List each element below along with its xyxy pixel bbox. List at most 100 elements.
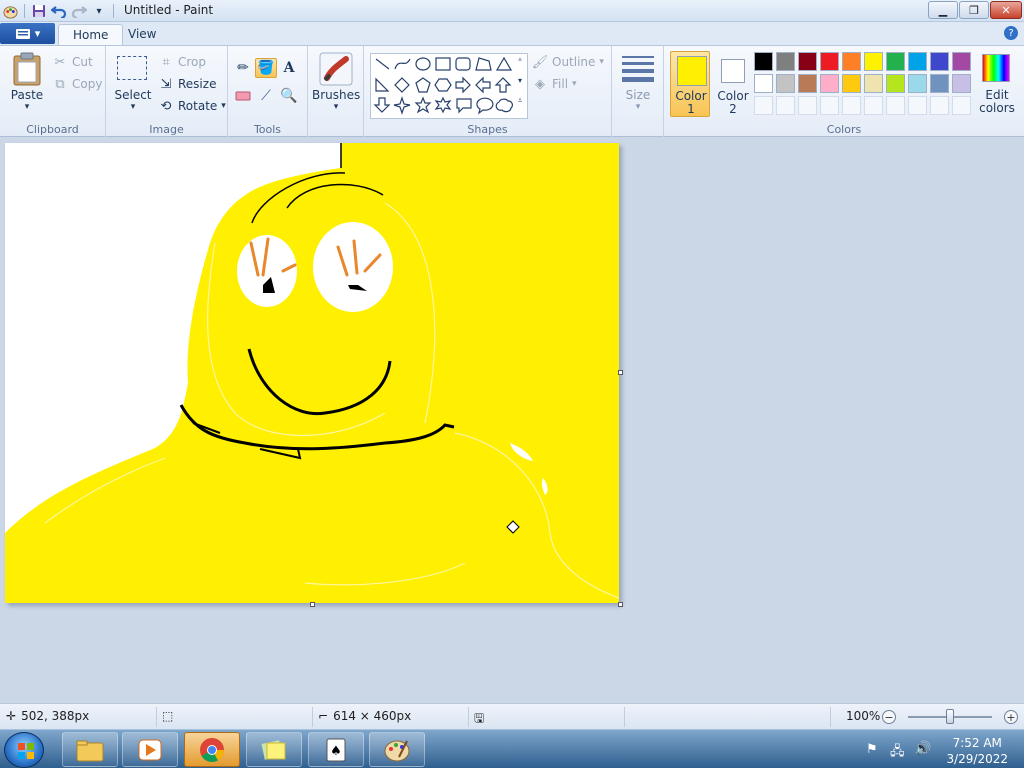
palette-swatch[interactable] — [842, 52, 861, 71]
palette-custom-slot[interactable] — [952, 96, 971, 115]
resize-button[interactable]: ⇲ Resize — [158, 76, 217, 92]
taskbar-solitaire[interactable]: ♠ — [308, 732, 364, 767]
zoom-in-button[interactable]: + — [1004, 710, 1018, 724]
shapes-expand-button[interactable]: ⩡ — [514, 96, 526, 116]
clock[interactable]: 7:52 AM 3/29/2022 — [946, 735, 1008, 767]
volume-icon[interactable]: 🔊 — [914, 741, 931, 757]
brushes-button[interactable]: Brushes ▾ — [312, 50, 360, 116]
taskbar-media-player[interactable] — [122, 732, 178, 767]
five-point-star-shape-icon — [414, 96, 432, 114]
text-tool[interactable]: A — [278, 58, 300, 78]
copy-button[interactable]: ⧉ Copy — [52, 76, 102, 92]
palette-swatch[interactable] — [798, 74, 817, 93]
palette-swatch[interactable] — [952, 74, 971, 93]
diamond-shape-icon — [394, 77, 410, 93]
taskbar-chrome[interactable] — [184, 732, 240, 767]
paint-app-icon[interactable] — [2, 3, 18, 19]
windows-logo-icon — [18, 743, 34, 759]
paint-menu-button[interactable]: ▾ — [0, 23, 55, 44]
outline-button[interactable]: 🖌 Outline ▾ — [532, 54, 604, 70]
palette-swatch[interactable] — [776, 74, 795, 93]
selection-size: ⬚ — [162, 709, 173, 723]
start-button[interactable] — [4, 732, 44, 768]
resize-handle-right[interactable] — [618, 370, 623, 375]
palette-custom-slot[interactable] — [886, 96, 905, 115]
palette-custom-slot[interactable] — [908, 96, 927, 115]
palette-custom-slot[interactable] — [776, 96, 795, 115]
cut-button[interactable]: ✂ Cut — [52, 54, 93, 70]
plus-icon: + — [1006, 710, 1016, 724]
palette-swatch[interactable] — [820, 52, 839, 71]
magnifier-icon: 🔍 — [280, 88, 298, 104]
palette-swatch[interactable] — [820, 74, 839, 93]
customize-qat-dropdown-icon[interactable]: ▾ — [91, 3, 107, 19]
line-shape-icon — [375, 58, 390, 70]
size-button[interactable]: Size ▾ — [616, 50, 660, 116]
palette-swatch[interactable] — [930, 74, 949, 93]
palette-swatch[interactable] — [886, 74, 905, 93]
magnifier-tool[interactable]: 🔍 — [278, 86, 300, 106]
status-separator — [156, 707, 157, 727]
polygon-shape-icon — [475, 57, 492, 71]
disk-icon: 🖫 — [474, 711, 485, 725]
color1-swatch — [677, 56, 707, 86]
palette-swatch[interactable] — [908, 52, 927, 71]
paste-button[interactable]: Paste ▾ — [6, 50, 48, 114]
pencil-tool[interactable]: ✏ — [232, 58, 254, 78]
shapes-scroll-up-button[interactable]: ▴ — [514, 54, 526, 74]
save-icon[interactable] — [31, 3, 47, 19]
taskbar-explorer[interactable] — [62, 732, 118, 767]
fill-button[interactable]: ◈ Fill ▾ — [532, 76, 577, 92]
resize-handle-corner[interactable] — [618, 602, 623, 607]
drawing-canvas[interactable] — [5, 143, 619, 603]
four-point-star-shape-icon — [393, 96, 411, 115]
palette-custom-slot[interactable] — [798, 96, 817, 115]
palette-swatch[interactable] — [864, 74, 883, 93]
minimize-button[interactable]: ▁ — [928, 1, 958, 19]
color1-button[interactable]: Color 1 — [670, 51, 710, 117]
restore-button[interactable]: ❐ — [959, 1, 989, 19]
close-button[interactable]: ✕ — [990, 1, 1022, 19]
taskbar-sticky-notes[interactable] — [246, 732, 302, 767]
crop-button[interactable]: ⌗ Crop — [158, 54, 206, 70]
palette-custom-slot[interactable] — [930, 96, 949, 115]
selection-icon: ⬚ — [162, 709, 174, 723]
edit-colors-button[interactable]: Edit colors — [976, 51, 1018, 117]
eraser-tool[interactable] — [232, 86, 254, 106]
palette-swatch[interactable] — [754, 74, 773, 93]
redo-icon[interactable] — [71, 3, 87, 19]
resize-handle-bottom[interactable] — [310, 602, 315, 607]
palette-swatch[interactable] — [842, 74, 861, 93]
palette-custom-slot[interactable] — [754, 96, 773, 115]
tab-view[interactable]: View — [114, 24, 170, 45]
palette-swatch[interactable] — [908, 74, 927, 93]
zoom-slider-thumb[interactable] — [946, 709, 954, 724]
brush-icon — [319, 52, 353, 86]
palette-swatch[interactable] — [886, 52, 905, 71]
help-icon[interactable]: ? — [1004, 26, 1018, 40]
color2-button[interactable]: Color 2 — [712, 51, 752, 117]
canvas-size-icon: ⌐ — [318, 709, 329, 723]
palette-swatch[interactable] — [864, 52, 883, 71]
action-center-icon[interactable]: ⚑ — [866, 742, 878, 757]
palette-swatch[interactable] — [798, 52, 817, 71]
palette-swatch[interactable] — [776, 52, 795, 71]
palette-swatch[interactable] — [952, 52, 971, 71]
outline-label: Outline — [552, 55, 596, 69]
palette-custom-slot[interactable] — [864, 96, 883, 115]
undo-icon[interactable] — [51, 3, 67, 19]
rotate-button[interactable]: ⟲ Rotate ▾ — [158, 98, 226, 114]
zoom-out-button[interactable]: − — [882, 710, 896, 724]
taskbar-paint[interactable] — [369, 732, 425, 767]
network-icon[interactable]: 🖧 — [890, 742, 905, 764]
select-button[interactable]: Select ▾ — [112, 50, 154, 114]
shapes-scroll-down-button[interactable]: ▾ — [514, 76, 526, 96]
palette-custom-slot[interactable] — [820, 96, 839, 115]
fill-tool[interactable]: 🪣 — [255, 58, 277, 78]
color-picker-tool[interactable]: ⟋ — [255, 86, 277, 106]
palette-swatch[interactable] — [930, 52, 949, 71]
color2-number: 2 — [729, 102, 737, 116]
status-separator — [624, 707, 625, 727]
palette-custom-slot[interactable] — [842, 96, 861, 115]
palette-swatch[interactable] — [754, 52, 773, 71]
